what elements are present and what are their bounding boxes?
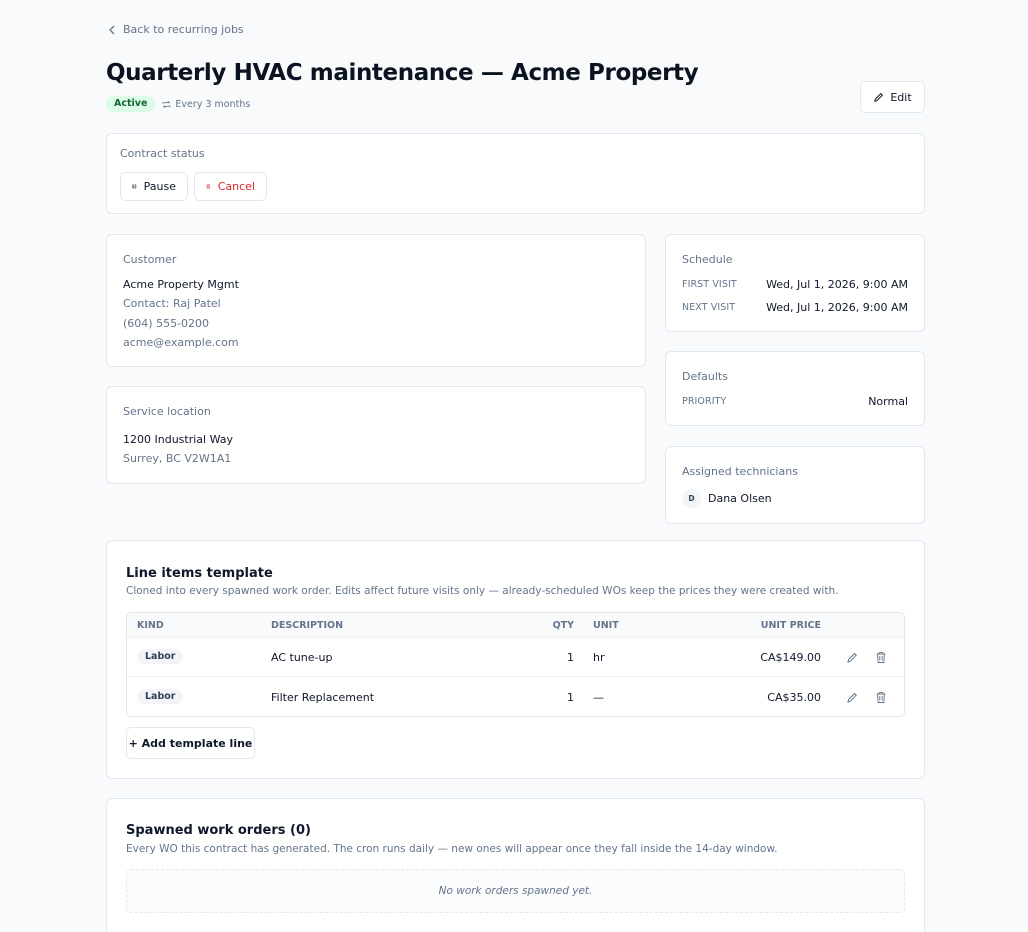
- line-items-table: KIND DESCRIPTION QTY UNIT UNIT PRICE Lab…: [126, 612, 905, 717]
- row-qty: 1: [567, 651, 574, 664]
- schedule-card: Schedule FIRST VISIT Wed, Jul 1, 2026, 9…: [665, 234, 925, 332]
- next-visit-value: Wed, Jul 1, 2026, 9:00 AM: [766, 301, 908, 314]
- line-items-subtitle: Cloned into every spawned work order. Ed…: [126, 585, 839, 597]
- customer-card: Customer Acme Property Mgmt Contact: Raj…: [106, 234, 646, 367]
- defaults-label: Defaults: [682, 370, 728, 383]
- pencil-icon[interactable]: [846, 691, 858, 704]
- contract-status-label: Contract status: [120, 147, 205, 160]
- trash-icon: [206, 184, 211, 189]
- empty-state: No work orders spawned yet.: [126, 869, 905, 913]
- back-link-label: Back to recurring jobs: [123, 23, 244, 36]
- cancel-button-label: Cancel: [217, 180, 255, 193]
- row-unit-price: CA$35.00: [767, 691, 821, 704]
- spawned-subtitle: Every WO this contract has generated. Th…: [126, 843, 778, 855]
- cancel-button[interactable]: Cancel: [194, 172, 267, 201]
- pencil-icon: [874, 92, 884, 102]
- customer-label: Customer: [123, 253, 177, 266]
- address-line-2: Surrey, BC V2W1A1: [123, 452, 232, 465]
- trash-icon[interactable]: [875, 651, 887, 664]
- customer-contact: Contact: Raj Patel: [123, 297, 221, 310]
- first-visit-value: Wed, Jul 1, 2026, 9:00 AM: [766, 278, 908, 291]
- pause-icon: [132, 184, 137, 189]
- customer-phone: (604) 555-0200: [123, 317, 210, 330]
- customer-email: acme@example.com: [123, 336, 239, 349]
- defaults-card: Defaults PRIORITY Normal: [665, 351, 925, 426]
- col-unit-price: UNIT PRICE: [760, 620, 821, 631]
- priority-key: PRIORITY: [682, 396, 727, 407]
- chevron-left-icon: [109, 25, 115, 34]
- line-items-title: Line items template: [126, 566, 273, 581]
- row-unit-price: CA$149.00: [760, 651, 821, 664]
- first-visit-key: FIRST VISIT: [682, 279, 737, 290]
- table-row: Labor Filter Replacement 1 — CA$35.00: [127, 678, 904, 716]
- address-line-1: 1200 Industrial Way: [123, 433, 233, 446]
- status-row: Active Every 3 months: [106, 96, 250, 112]
- col-unit: UNIT: [593, 620, 619, 631]
- service-location-label: Service location: [123, 405, 211, 418]
- pencil-icon[interactable]: [846, 651, 858, 664]
- priority-value: Normal: [868, 395, 908, 408]
- pause-button[interactable]: Pause: [120, 172, 188, 201]
- add-template-line-button[interactable]: + Add template line: [126, 727, 255, 759]
- technicians-card: Assigned technicians D Dana Olsen: [665, 446, 925, 524]
- row-description: AC tune-up: [271, 651, 333, 664]
- col-kind: KIND: [137, 620, 164, 631]
- row-unit: —: [593, 691, 604, 704]
- kind-badge: Labor: [137, 689, 184, 704]
- col-qty: QTY: [552, 620, 574, 631]
- customer-name: Acme Property Mgmt: [123, 278, 239, 291]
- edit-button-label: Edit: [890, 90, 912, 104]
- col-description: DESCRIPTION: [271, 620, 344, 631]
- service-location-card: Service location 1200 Industrial Way Sur…: [106, 386, 646, 484]
- row-unit: hr: [593, 651, 605, 664]
- technician-name: Dana Olsen: [708, 492, 772, 505]
- spawned-work-orders-card: Spawned work orders (0) Every WO this co…: [106, 798, 925, 932]
- spawned-title: Spawned work orders (0): [126, 823, 311, 838]
- kind-badge: Labor: [137, 649, 184, 664]
- back-link[interactable]: Back to recurring jobs: [108, 23, 244, 36]
- next-visit-key: NEXT VISIT: [682, 302, 736, 313]
- trash-icon[interactable]: [875, 691, 887, 704]
- avatar: D: [682, 489, 701, 508]
- page-title: Quarterly HVAC maintenance — Acme Proper…: [106, 60, 699, 86]
- technicians-label: Assigned technicians: [682, 465, 798, 478]
- repeat-icon: [162, 100, 171, 108]
- recurrence-label: Every 3 months: [175, 98, 251, 110]
- schedule-label: Schedule: [682, 253, 733, 266]
- pause-button-label: Pause: [143, 180, 176, 193]
- row-description: Filter Replacement: [271, 691, 375, 704]
- edit-button[interactable]: Edit: [860, 81, 925, 113]
- row-qty: 1: [567, 691, 574, 704]
- status-badge: Active: [106, 96, 156, 112]
- table-header: KIND DESCRIPTION QTY UNIT UNIT PRICE: [127, 613, 904, 638]
- contract-status-card: Contract status Pause Cancel: [106, 133, 925, 214]
- recurrence-info: Every 3 months: [162, 99, 250, 110]
- line-items-card: Line items template Cloned into every sp…: [106, 540, 925, 779]
- table-row: Labor AC tune-up 1 hr CA$149.00: [127, 638, 904, 677]
